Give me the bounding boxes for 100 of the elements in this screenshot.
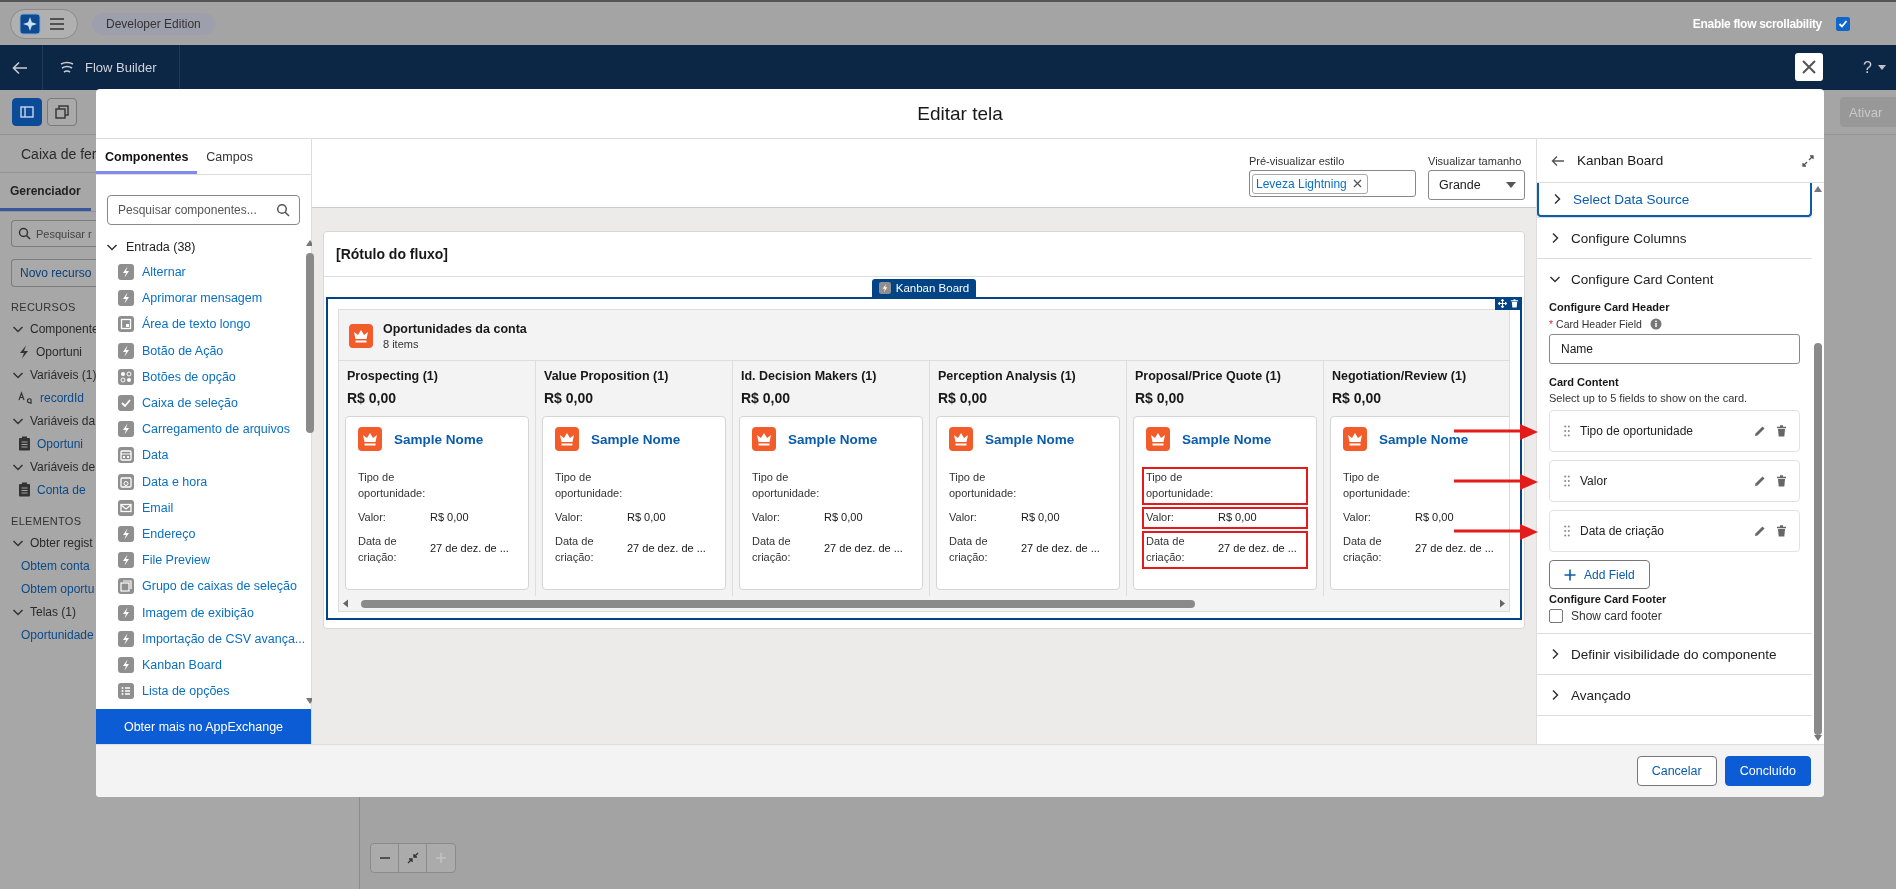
- accordion-section[interactable]: Configure Columns: [1537, 218, 1812, 258]
- tab[interactable]: Campos: [197, 139, 262, 174]
- expand-icon[interactable]: [1802, 154, 1814, 167]
- card-title[interactable]: Sample Nome: [985, 431, 1075, 447]
- header-field-input[interactable]: Name: [1549, 334, 1800, 364]
- accordion-section[interactable]: Definir visibilidade do componente: [1537, 634, 1812, 674]
- kanban-card[interactable]: Sample Nome Tipo de oportunidade: Valor: R$ 0,00 Data de criação: 27 de dez. de ...: [542, 416, 726, 590]
- component-item[interactable]: Caixa de seleção: [142, 396, 238, 411]
- accordion-section[interactable]: Avançado: [1537, 675, 1812, 715]
- app-launcher-icon[interactable]: [19, 12, 41, 35]
- tree-group-label[interactable]: Variáveis de: [30, 459, 96, 474]
- pencil-icon[interactable]: [1754, 475, 1766, 487]
- add-field-button[interactable]: Add Field: [1549, 560, 1650, 589]
- tree-item[interactable]: Obtem conta: [21, 558, 90, 573]
- tree-group-label[interactable]: Entrada (38): [126, 240, 196, 254]
- done-button[interactable]: Concluído: [1724, 756, 1811, 786]
- info-icon[interactable]: [1649, 318, 1662, 330]
- drag-handle-icon[interactable]: [1564, 425, 1570, 437]
- copy-button[interactable]: [47, 98, 77, 126]
- drag-handle-icon[interactable]: [1564, 525, 1570, 537]
- component-item[interactable]: Data: [142, 448, 169, 463]
- checkbox[interactable]: [1549, 609, 1563, 623]
- remove-icon[interactable]: [1352, 179, 1362, 188]
- kanban-card[interactable]: Sample Nome Tipo de oportunidade: Valor: R$ 0,00 Data de criação: 27 de dez. de ...: [936, 416, 1120, 590]
- subsection-heading: Configure Card Footer: [1549, 593, 1668, 605]
- style-field[interactable]: Leveza Lightning: [1249, 170, 1416, 197]
- tree-item[interactable]: Oportuni: [36, 344, 83, 359]
- field-label: Data de criação:: [1146, 533, 1186, 565]
- scroll-up-icon[interactable]: [1813, 185, 1823, 193]
- tree-group-label[interactable]: Obter regist: [30, 535, 93, 550]
- cancel-button[interactable]: Cancelar: [1636, 756, 1717, 786]
- size-select[interactable]: Grande: [1428, 170, 1525, 200]
- tab[interactable]: Gerenciador: [0, 173, 91, 211]
- bolt-icon: [878, 282, 891, 294]
- tree-item[interactable]: Oportunidade: [21, 627, 94, 642]
- back-arrow-icon[interactable]: [1551, 154, 1565, 167]
- tree-group-label[interactable]: Componente: [30, 321, 99, 336]
- help-button[interactable]: ?: [1863, 58, 1872, 77]
- kanban-card[interactable]: Sample Nome Tipo de oportunidade: Valor: R$ 0,00 Data de criação: 27 de dez. de ...: [739, 416, 923, 590]
- tree-item[interactable]: Conta de: [37, 482, 86, 497]
- scroll-left-icon[interactable]: [342, 599, 349, 608]
- component-item[interactable]: Carregamento de arquivos: [142, 422, 290, 437]
- move-icon[interactable]: [1498, 299, 1507, 308]
- trash-icon[interactable]: [1776, 475, 1787, 487]
- component-item[interactable]: Data e hora: [142, 474, 208, 489]
- card-title[interactable]: Sample Nome: [1379, 431, 1469, 447]
- component-item[interactable]: Grupo de caixas de seleção: [142, 579, 297, 594]
- tree-group-label[interactable]: Telas (1): [30, 604, 76, 619]
- scroll-right-icon[interactable]: [1499, 599, 1506, 608]
- caret-icon[interactable]: [1878, 64, 1886, 71]
- component-item[interactable]: Importação de CSV avança...: [142, 631, 306, 646]
- app-switcher[interactable]: [10, 8, 78, 39]
- close-button[interactable]: [1795, 53, 1823, 81]
- tree-item[interactable]: Obtem oportu: [21, 581, 95, 596]
- subsection-heading: Card Content: [1549, 376, 1620, 388]
- panel-toggle-button[interactable]: [12, 98, 42, 126]
- tab[interactable]: Componentes: [96, 139, 198, 174]
- pencil-icon[interactable]: [1754, 525, 1766, 537]
- checkbox[interactable]: [1836, 16, 1850, 31]
- kanban-card[interactable]: Sample Nome Tipo de oportunidade: Valor: R$ 0,00 Data de criação: 27 de dez. de ...: [345, 416, 529, 590]
- screen-label: [Rótulo do fluxo]: [324, 232, 1524, 277]
- component-item[interactable]: Alternar: [142, 265, 186, 280]
- field-value: R$ 0,00: [1021, 509, 1060, 525]
- card-title[interactable]: Sample Nome: [788, 431, 878, 447]
- field-label: Data de criação:: [555, 533, 595, 565]
- tree-group-label[interactable]: Variáveis da: [30, 413, 96, 428]
- component-item[interactable]: Kanban Board: [142, 657, 222, 672]
- kanban-card[interactable]: Sample Nome Tipo de oportunidade: Valor: R$ 0,00 Data de criação: 27 de dez. de ...: [1330, 416, 1509, 590]
- trash-icon[interactable]: [1510, 299, 1519, 308]
- search-field[interactable]: Pesquisar r: [11, 220, 96, 247]
- component-item[interactable]: File Preview: [142, 553, 211, 568]
- accordion-section[interactable]: Select Data Source: [1537, 183, 1812, 217]
- selected-style-pill[interactable]: Leveza Lightning: [1252, 173, 1368, 194]
- appexchange-button[interactable]: Obter mais no AppExchange: [96, 709, 311, 744]
- field-value: 27 de dez. de ...: [1021, 540, 1100, 556]
- search-field[interactable]: Pesquisar componentes...: [107, 195, 300, 225]
- drag-handle-icon[interactable]: [1564, 475, 1570, 487]
- card-title[interactable]: Sample Nome: [394, 431, 484, 447]
- tree-item[interactable]: Oportuni: [37, 436, 84, 451]
- pencil-icon[interactable]: [1754, 425, 1766, 437]
- kanban-card[interactable]: Sample Nome Tipo de oportunidade: Valor: R$ 0,00 Data de criação: 27 de dez. de ...: [1133, 416, 1317, 590]
- component-item[interactable]: Imagem de exibição: [142, 605, 254, 620]
- component-item[interactable]: Email: [142, 500, 174, 515]
- tree-item[interactable]: recordId: [40, 390, 85, 405]
- component-item[interactable]: Área de texto longo: [142, 317, 251, 332]
- component-item[interactable]: Endereço: [142, 526, 196, 541]
- new-resource-button[interactable]: Novo recurso: [11, 259, 96, 287]
- crown-icon: [358, 427, 382, 451]
- tree-group-label[interactable]: Variáveis (1): [30, 367, 97, 382]
- card-title[interactable]: Sample Nome: [1182, 431, 1272, 447]
- field-label: Valor:: [555, 509, 584, 525]
- card-title[interactable]: Sample Nome: [591, 431, 681, 447]
- component-item[interactable]: Lista de opções: [142, 684, 230, 699]
- component-item[interactable]: Aprimorar mensagem: [142, 291, 263, 306]
- component-item[interactable]: Botão de Ação: [142, 343, 224, 358]
- menu-icon[interactable]: [49, 16, 65, 31]
- trash-icon[interactable]: [1776, 425, 1787, 437]
- component-item[interactable]: Botões de opção: [142, 369, 236, 384]
- accordion-section[interactable]: Configure Card Content: [1537, 259, 1812, 299]
- trash-icon[interactable]: [1776, 525, 1787, 537]
